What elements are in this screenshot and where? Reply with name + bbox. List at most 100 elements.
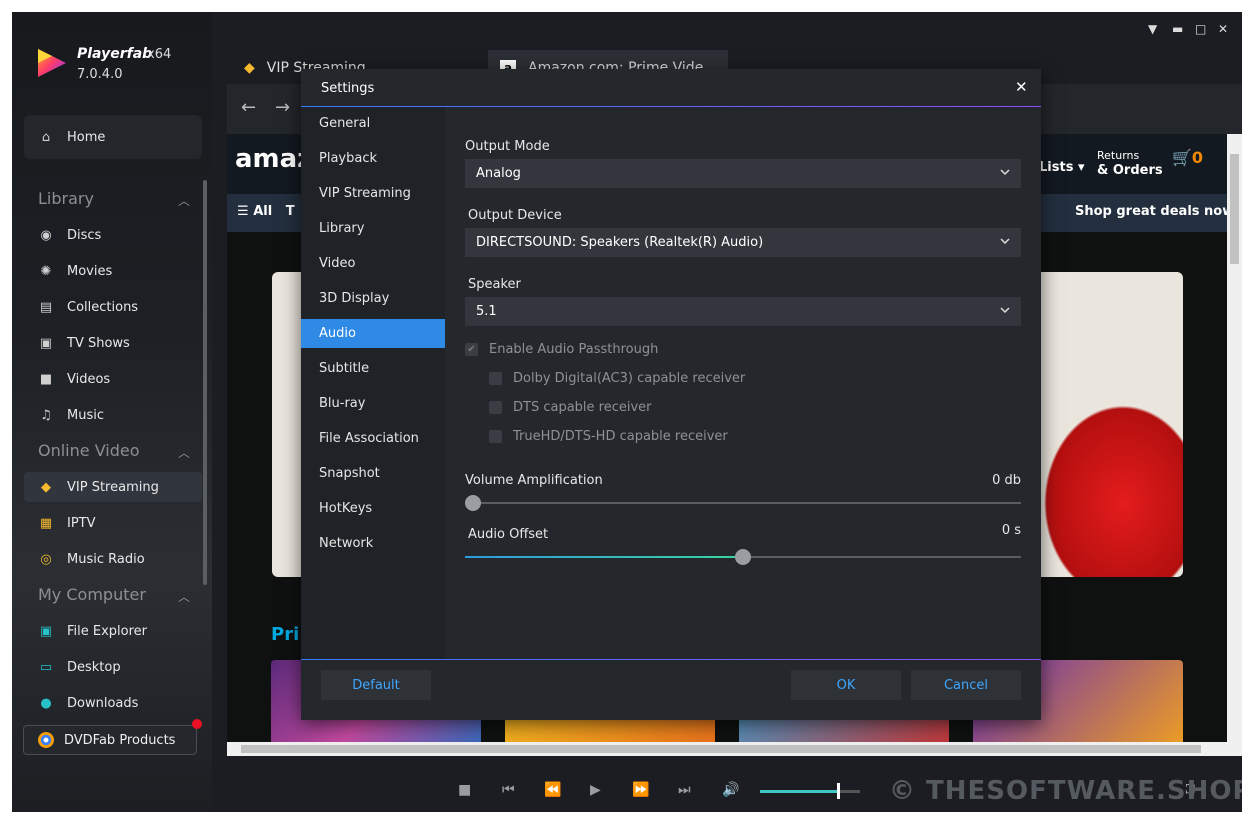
amazon-returns-link[interactable]: Returns & Orders [1097,148,1163,178]
amazon-all-menu[interactable]: ☰ All T [237,204,295,219]
sidebar-item-discs[interactable]: ◉ Discs [24,220,202,250]
settings-menu-item-audio[interactable]: Audio [301,319,445,348]
section-my-computer: My Computer [38,585,146,604]
amazon-lists-link[interactable]: Lists ▾ [1039,160,1084,175]
dvdfab-products-button[interactable]: DVDFab Products [23,719,202,755]
settings-menu-item-vip-streaming[interactable]: VIP Streaming [301,179,445,208]
back-arrow-icon[interactable]: ← [241,97,256,118]
volume-amplification-slider[interactable] [465,495,1021,511]
settings-menu-item-network[interactable]: Network [301,529,445,558]
sidebar-item-desktop[interactable]: ▭ Desktop [24,652,202,682]
maximize-icon[interactable]: □ [1195,22,1206,36]
chevron-down-icon [1000,307,1010,314]
slider-knob[interactable] [735,549,751,565]
sidebar-item-file-explorer[interactable]: ▣ File Explorer [24,616,202,646]
settings-menu-item-hotkeys[interactable]: HotKeys [301,494,445,523]
dolby-checkbox[interactable]: Dolby Digital(AC3) capable receiver [489,371,745,386]
sidebar-item-downloads[interactable]: ● Downloads [24,688,202,718]
horizontal-scrollbar[interactable] [227,742,1227,756]
dts-checkbox[interactable]: DTS capable receiver [489,400,652,415]
sidebar-item-home[interactable]: ⌂ Home [24,122,202,152]
footer-divider [301,659,1041,660]
ok-button[interactable]: OK [791,670,901,700]
sidebar-scrollbar[interactable] [203,180,207,585]
default-button[interactable]: Default [321,670,431,700]
output-mode-label: Output Mode [465,139,550,154]
output-device-select[interactable]: DIRECTSOUND: Speakers (Realtek(R) Audio) [465,228,1021,257]
sidebar-item-label: Collections [67,299,139,315]
scroll-thumb[interactable] [1230,154,1239,264]
sidebar-item-tv-shows[interactable]: ▣ TV Shows [24,328,202,358]
chevron-up-icon[interactable]: ︿ [178,444,190,461]
checkbox-label: Enable Audio Passthrough [489,342,659,357]
close-icon[interactable]: ✕ [1015,78,1028,96]
sidebar-item-movies[interactable]: ✺ Movies [24,256,202,286]
settings-menu: General Playback VIP Streaming Library Video… [301,107,445,659]
chevron-down-icon [1000,238,1010,245]
checkbox-label: TrueHD/DTS-HD capable receiver [513,429,728,444]
dialog-title: Settings [321,81,375,96]
audio-offset-slider[interactable] [465,549,1021,565]
player-controls: ■ ⏮ ⏪ ▶ ⏩ ⏭ 🔊 ⛶ © THESOFTWARE.SHOP [212,772,1242,812]
folder-icon: ▣ [39,623,53,639]
sidebar-item-collections[interactable]: ▤ Collections [24,292,202,322]
truehd-checkbox[interactable]: TrueHD/DTS-HD capable receiver [489,429,728,444]
desktop-icon: ▭ [39,659,53,675]
scroll-thumb[interactable] [241,745,1201,753]
previous-icon[interactable]: ⏮ [502,782,515,798]
settings-menu-item-general[interactable]: General [301,109,445,138]
speaker-select[interactable]: 5.1 [465,297,1021,326]
close-window-icon[interactable]: ✕ [1218,22,1228,36]
film-reel-icon: ✺ [40,263,52,279]
sidebar-item-vip-streaming[interactable]: ◆ VIP Streaming [24,472,202,502]
minimize-icon[interactable]: ▬ [1172,22,1183,36]
sidebar-item-music-radio[interactable]: ◎ Music Radio [24,544,202,574]
select-value: 5.1 [476,304,497,319]
slider-fill [465,556,743,558]
amazon-deals-link[interactable]: Shop great deals now [1075,204,1234,219]
speaker-label: Speaker [468,277,521,292]
settings-menu-item-file-association[interactable]: File Association [301,424,445,453]
sidebar-item-music[interactable]: ♫ Music [24,400,202,430]
checkbox-label: DTS capable receiver [513,400,652,415]
settings-menu-item-playback[interactable]: Playback [301,144,445,173]
volume-icon[interactable]: 🔊 [722,782,739,798]
volume-slider[interactable] [760,783,860,799]
collections-icon: ▤ [39,299,53,315]
cart-icon[interactable]: 🛒0 [1172,148,1203,167]
app-version: 7.0.4.0 [77,67,123,82]
next-icon[interactable]: ⏭ [678,782,691,798]
chevron-up-icon[interactable]: ︿ [178,192,190,209]
settings-menu-item-blu-ray[interactable]: Blu-ray [301,389,445,418]
passthrough-checkbox[interactable]: ✔ Enable Audio Passthrough [465,342,658,357]
settings-menu-item-video[interactable]: Video [301,249,445,278]
sidebar-item-label: Music [67,407,104,423]
audio-offset-value: 0 s [1001,523,1021,538]
diamond-icon: ◆ [41,479,51,495]
play-icon[interactable]: ▶ [590,782,601,798]
settings-menu-item-library[interactable]: Library [301,214,445,243]
forward-arrow-icon[interactable]: → [275,97,290,118]
menu-icon[interactable]: ▼ [1148,22,1157,36]
settings-menu-item-subtitle[interactable]: Subtitle [301,354,445,383]
sidebar: Playerfab x64 7.0.4.0 ⌂ Home Library ︿ ◉… [12,12,212,812]
select-value: Analog [476,166,521,181]
checkbox-label: Dolby Digital(AC3) capable receiver [513,371,746,386]
cancel-button[interactable]: Cancel [911,670,1021,700]
vertical-scrollbar[interactable] [1227,134,1242,756]
fast-forward-icon[interactable]: ⏩ [632,782,649,798]
sidebar-item-label: Music Radio [67,551,145,567]
output-mode-select[interactable]: Analog [465,159,1021,188]
slider-knob[interactable] [465,495,481,511]
chevron-up-icon[interactable]: ︿ [178,588,190,605]
app-name: Playerfab [77,46,153,62]
app-arch: x64 [147,47,172,62]
settings-menu-item-snapshot[interactable]: Snapshot [301,459,445,488]
sidebar-item-videos[interactable]: ■ Videos [24,364,202,394]
volume-knob[interactable] [837,783,840,799]
settings-menu-item-3d-display[interactable]: 3D Display [301,284,445,313]
chevron-down-icon [1000,169,1010,176]
stop-icon[interactable]: ■ [458,782,471,798]
sidebar-item-iptv[interactable]: ▦ IPTV [24,508,202,538]
rewind-icon[interactable]: ⏪ [544,782,561,798]
